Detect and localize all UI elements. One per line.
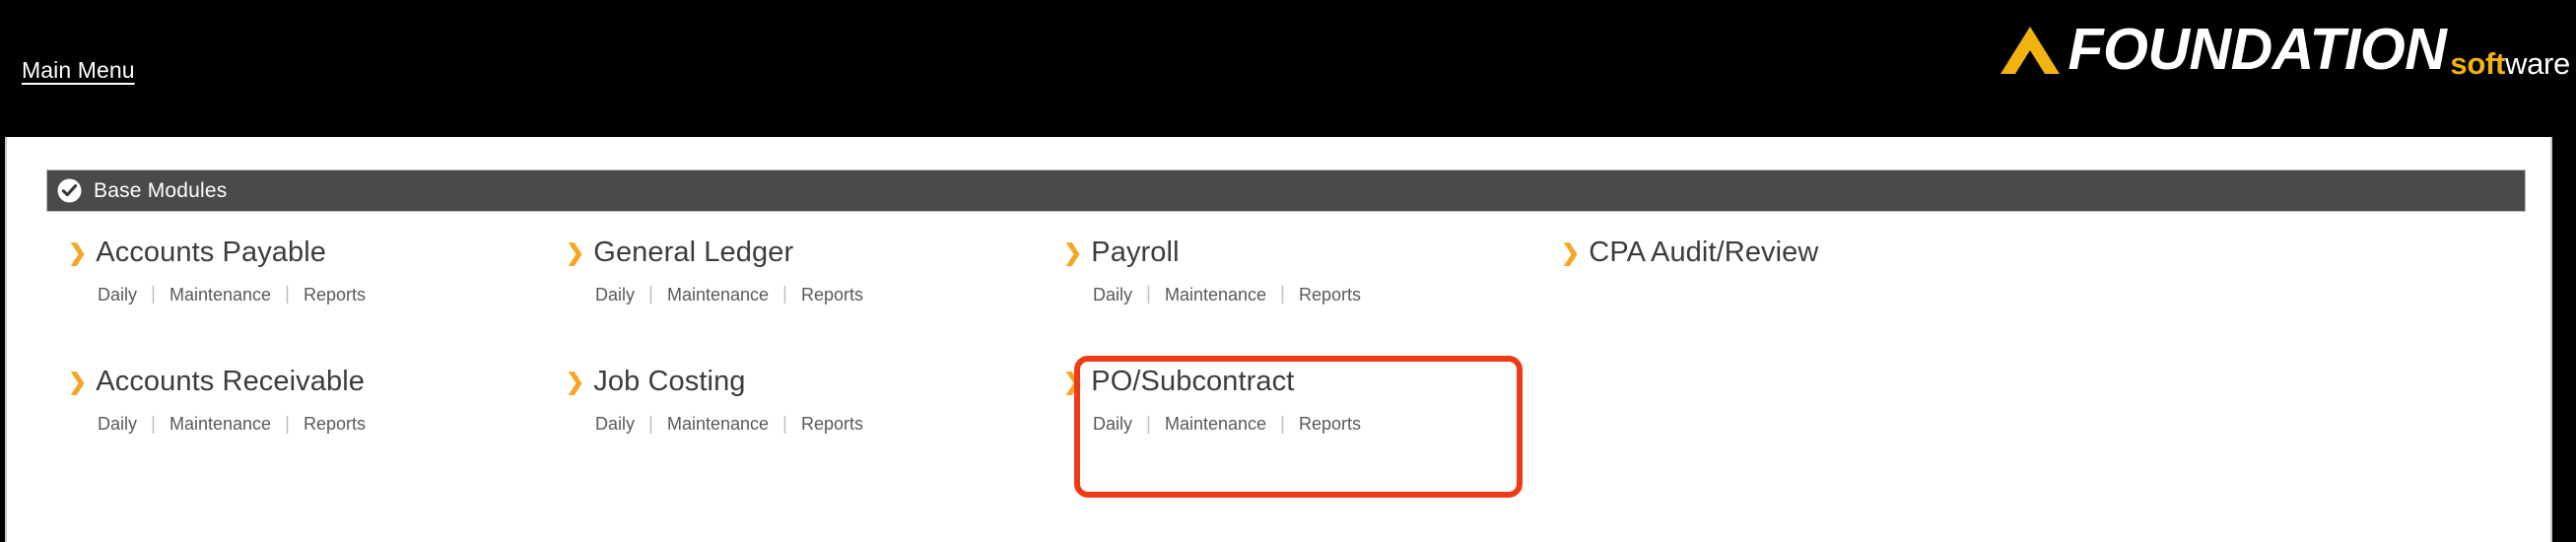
base-modules-section-header: Base Modules <box>46 169 2526 212</box>
top-header-bar: Main Menu FOUNDATION soft ware <box>0 0 2576 137</box>
module-name-label[interactable]: Job Costing <box>593 367 745 397</box>
sublink-separator: | <box>782 413 787 435</box>
module-sublinks: Daily | Maintenance | Reports <box>595 284 1042 305</box>
sublink-reports[interactable]: Reports <box>1299 414 1361 435</box>
module-title-row[interactable]: ❯ Accounts Receivable <box>68 367 544 397</box>
module-name-label[interactable]: Payroll <box>1091 237 1179 268</box>
module-payroll: ❯ Payroll Daily | Maintenance | Reports <box>1042 228 1539 319</box>
sublink-separator: | <box>782 284 787 305</box>
module-cpa-audit-review: ❯ CPA Audit/Review <box>1539 228 2091 319</box>
right-edge-strip <box>2554 137 2576 542</box>
sublink-reports[interactable]: Reports <box>801 285 863 305</box>
logo-ware-text: ware <box>2505 45 2570 81</box>
sublink-separator: | <box>1146 284 1151 305</box>
module-sublinks: Daily | Maintenance | Reports <box>1093 414 1539 436</box>
sublink-daily[interactable]: Daily <box>98 285 137 305</box>
sublink-separator: | <box>151 284 156 305</box>
sublink-daily[interactable]: Daily <box>595 414 635 435</box>
sublink-maintenance[interactable]: Maintenance <box>1165 414 1266 435</box>
module-row: ❯ Accounts Receivable Daily | Maintenanc… <box>46 357 2526 448</box>
sublink-separator: | <box>1146 413 1151 435</box>
chevron-right-icon: ❯ <box>566 369 585 395</box>
chevron-right-icon: ❯ <box>1063 369 1083 395</box>
sublink-separator: | <box>1280 284 1285 305</box>
sublink-daily[interactable]: Daily <box>1093 414 1132 435</box>
module-sublinks: Daily | Maintenance | Reports <box>98 284 544 305</box>
module-accounts-receivable: ❯ Accounts Receivable Daily | Maintenanc… <box>46 357 544 448</box>
sublink-reports[interactable]: Reports <box>304 414 366 435</box>
chevron-up-icon <box>1999 25 2062 76</box>
sublink-daily[interactable]: Daily <box>98 414 137 435</box>
sublink-separator: | <box>285 413 290 435</box>
module-name-label[interactable]: Accounts Receivable <box>96 367 365 397</box>
chevron-right-icon: ❯ <box>68 239 88 265</box>
sublink-separator: | <box>648 413 653 435</box>
sublink-daily[interactable]: Daily <box>1093 285 1132 305</box>
foundation-software-logo: FOUNDATION soft ware <box>1999 16 2570 79</box>
module-title-row[interactable]: ❯ CPA Audit/Review <box>1561 237 2091 268</box>
module-grid: ❯ Accounts Payable Daily | Maintenance |… <box>46 228 2526 449</box>
module-name-label[interactable]: CPA Audit/Review <box>1589 237 1818 268</box>
section-title-text: Base Modules <box>94 178 228 202</box>
module-title-row[interactable]: ❯ Job Costing <box>566 367 1042 397</box>
sublink-reports[interactable]: Reports <box>801 414 863 435</box>
module-sublinks: Daily | Maintenance | Reports <box>595 414 1042 436</box>
sublink-maintenance[interactable]: Maintenance <box>169 414 271 435</box>
main-menu-link[interactable]: Main Menu <box>22 57 135 84</box>
module-title-row[interactable]: ❯ General Ledger <box>566 237 1042 268</box>
module-name-label[interactable]: PO/Subcontract <box>1091 367 1294 397</box>
module-job-costing: ❯ Job Costing Daily | Maintenance | Repo… <box>544 357 1042 448</box>
main-content-panel: Base Modules ❯ Accounts Payable Daily | … <box>5 137 2552 542</box>
module-title-row[interactable]: ❯ Payroll <box>1063 237 1539 268</box>
sublink-reports[interactable]: Reports <box>1299 285 1361 305</box>
sublink-reports[interactable]: Reports <box>304 285 366 305</box>
sublink-maintenance[interactable]: Maintenance <box>169 285 271 305</box>
logo-brand-text: FOUNDATION <box>2068 16 2447 82</box>
sublink-maintenance[interactable]: Maintenance <box>667 414 769 435</box>
sublink-separator: | <box>285 284 290 305</box>
module-sublinks: Daily | Maintenance | Reports <box>98 414 544 436</box>
sublink-separator: | <box>1280 413 1285 435</box>
logo-soft-text: soft <box>2450 45 2505 81</box>
module-name-label[interactable]: General Ledger <box>593 237 793 268</box>
chevron-right-icon: ❯ <box>566 239 585 265</box>
module-title-row[interactable]: ❯ PO/Subcontract <box>1063 367 1539 397</box>
sublink-maintenance[interactable]: Maintenance <box>1165 285 1266 305</box>
module-name-label[interactable]: Accounts Payable <box>96 237 326 268</box>
chevron-right-icon: ❯ <box>68 369 88 395</box>
module-general-ledger: ❯ General Ledger Daily | Maintenance | R… <box>544 228 1042 319</box>
chevron-right-icon: ❯ <box>1063 239 1083 265</box>
sublink-separator: | <box>648 284 653 305</box>
module-po-subcontract: ❯ PO/Subcontract Daily | Maintenance | R… <box>1042 357 1539 448</box>
sublink-maintenance[interactable]: Maintenance <box>667 285 769 305</box>
chevron-right-icon: ❯ <box>1561 239 1581 265</box>
module-accounts-payable: ❯ Accounts Payable Daily | Maintenance |… <box>46 228 544 319</box>
module-sublinks: Daily | Maintenance | Reports <box>1093 284 1539 305</box>
module-row: ❯ Accounts Payable Daily | Maintenance |… <box>46 228 2526 319</box>
sublink-separator: | <box>151 413 156 435</box>
check-circle-icon <box>57 178 82 203</box>
module-title-row[interactable]: ❯ Accounts Payable <box>68 237 544 268</box>
sublink-daily[interactable]: Daily <box>595 285 635 305</box>
